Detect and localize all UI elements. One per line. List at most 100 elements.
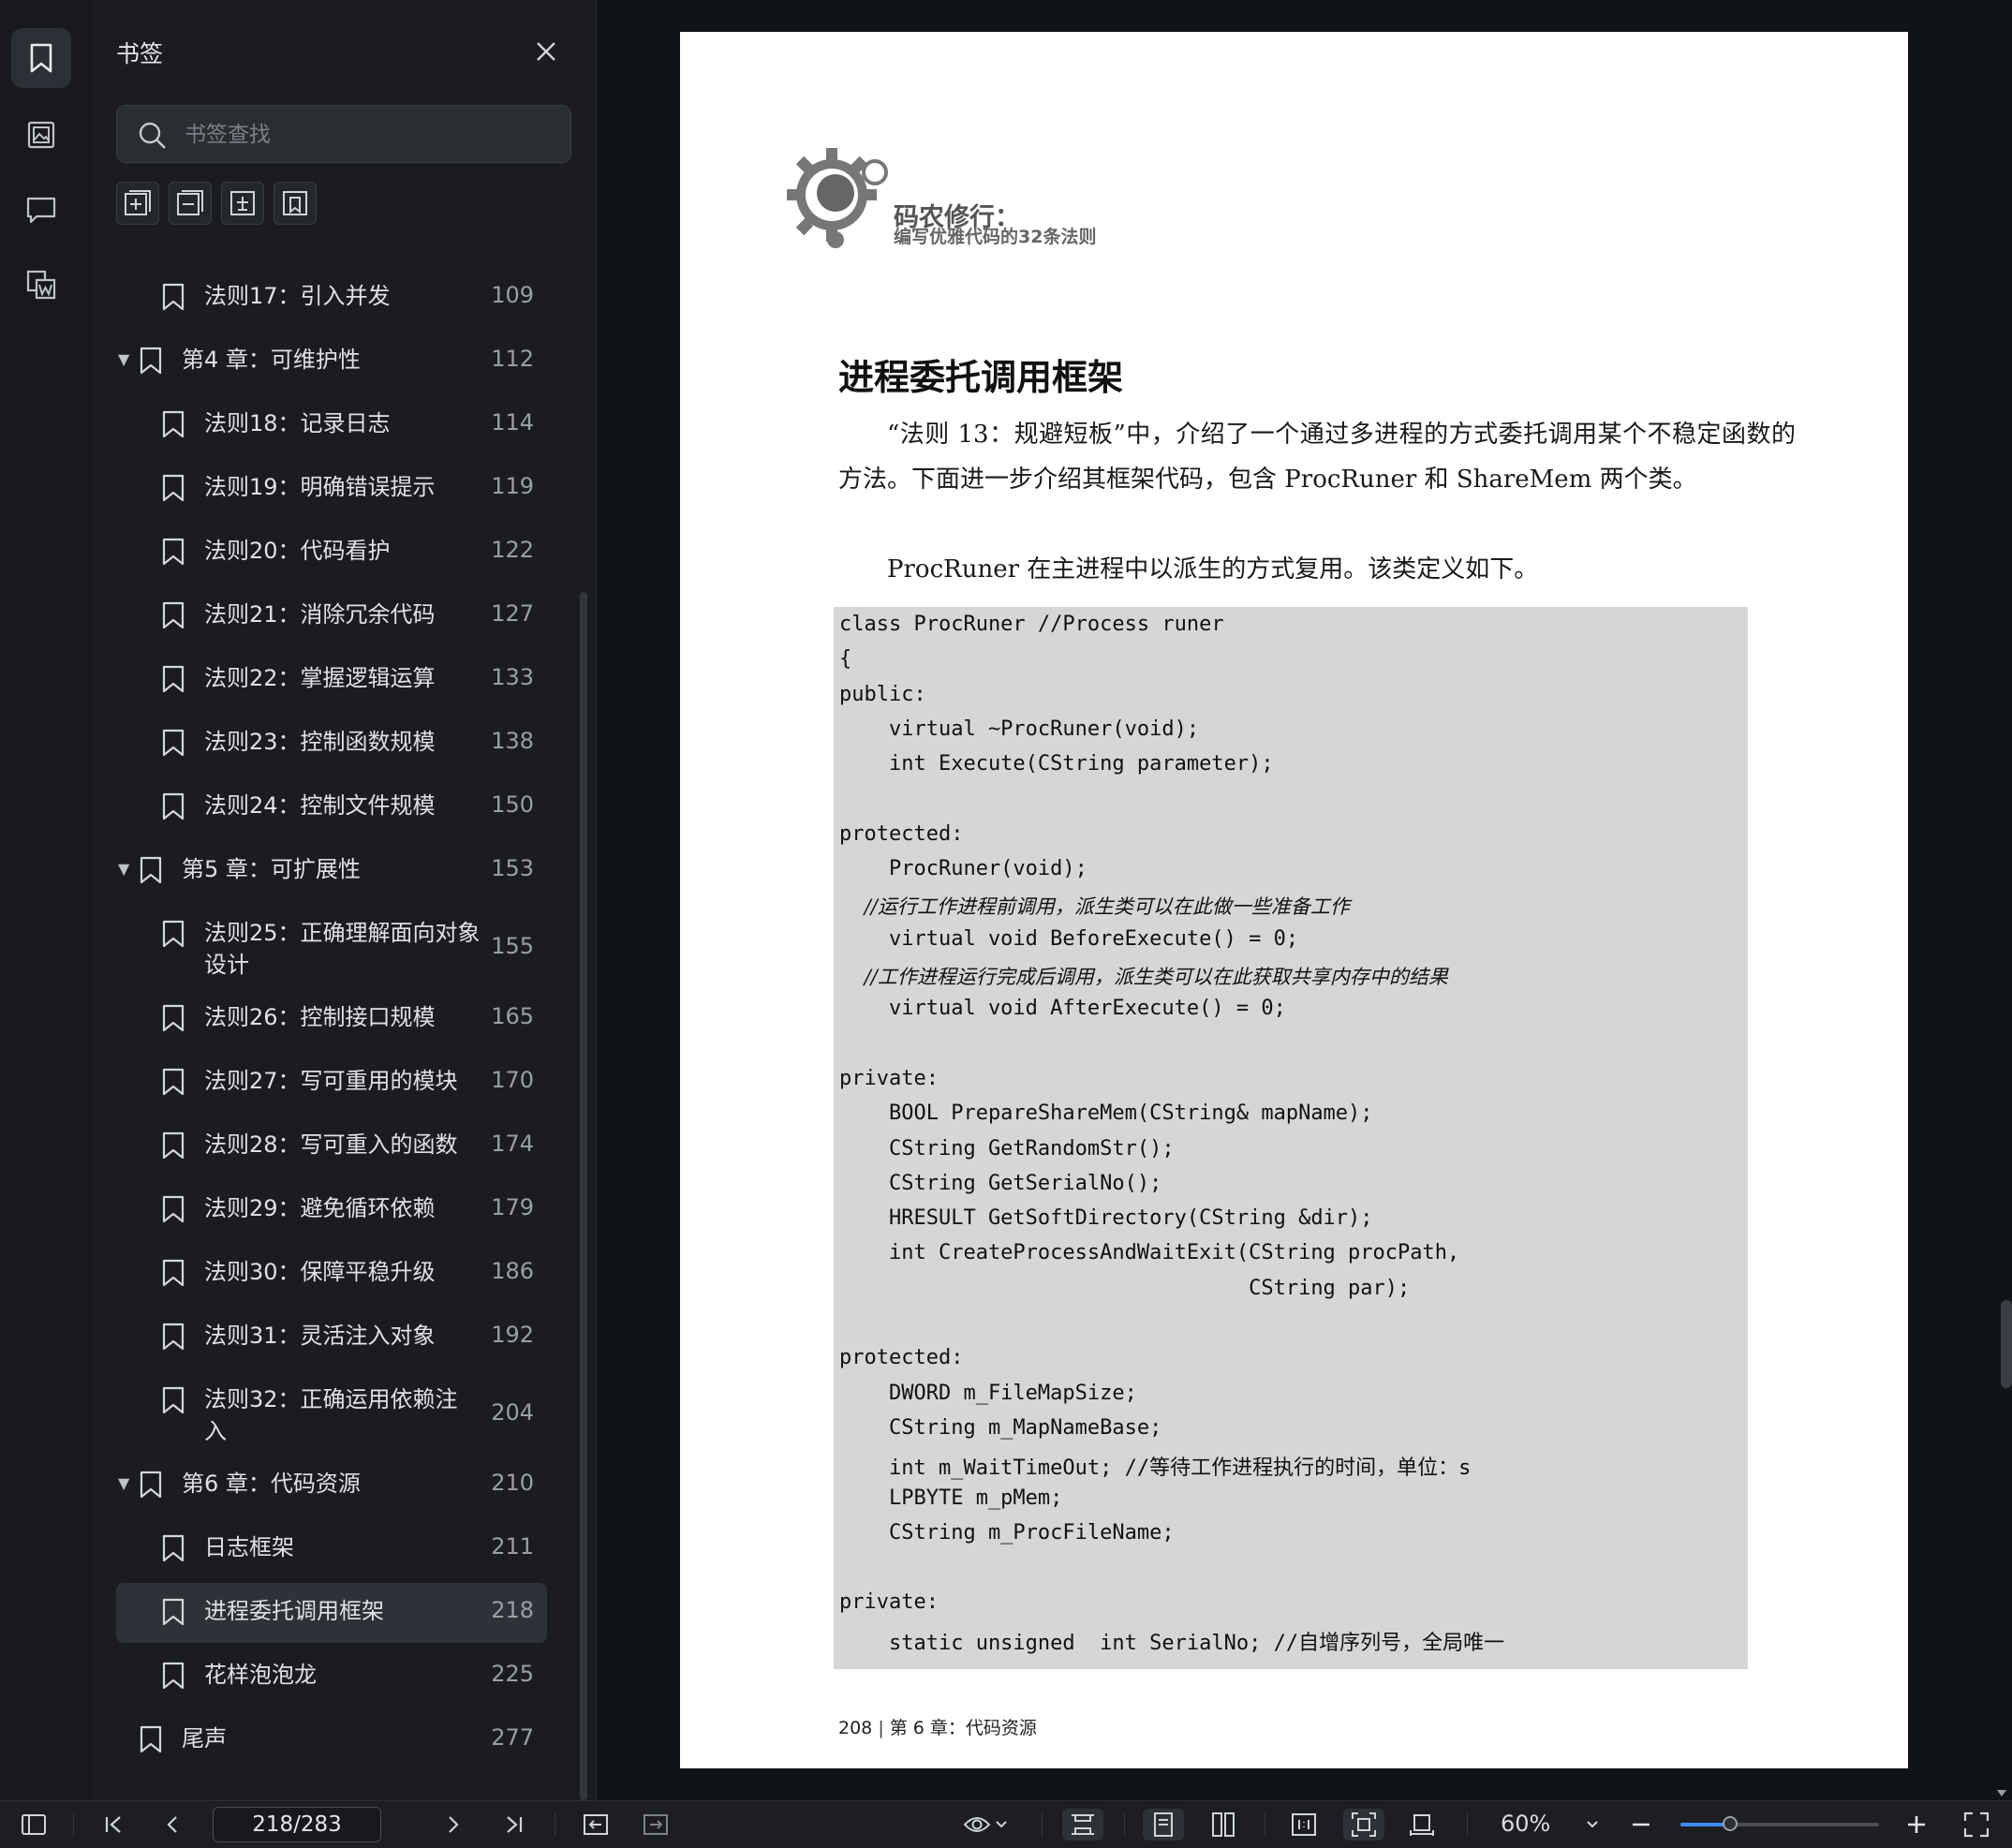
bookmark-label: 第5 章：可扩展性: [182, 856, 361, 882]
zoom-in-button[interactable]: [1900, 1809, 1933, 1841]
bookmark-icon: [139, 1725, 163, 1753]
add-bookmark-button[interactable]: [116, 182, 159, 225]
bookmark-item[interactable]: 法则32：正确运用依赖注入 204: [116, 1371, 547, 1452]
continuous-scroll-button[interactable]: [1062, 1809, 1103, 1841]
bookmark-label: 法则17：引入并发: [204, 283, 391, 309]
bookmark-page-number: 165: [491, 1003, 534, 1029]
actual-size-button[interactable]: [1287, 1809, 1321, 1841]
last-page-button[interactable]: [496, 1809, 530, 1841]
expand-all-button[interactable]: [221, 182, 264, 225]
bookmark-item[interactable]: 花样泡泡龙 225: [116, 1647, 547, 1707]
body-paragraph: “法则 13：规避短板”中，介绍了一个通过多进程的方式委托调用某个不稳定函数的方…: [838, 421, 1796, 494]
eye-mode-dropdown[interactable]: [959, 1809, 1012, 1841]
bookmark-item[interactable]: 法则28：写可重入的函数 174: [116, 1116, 547, 1176]
bookmark-icon: [161, 410, 185, 438]
two-page-button[interactable]: [1206, 1809, 1240, 1841]
go-forward-button[interactable]: [639, 1809, 673, 1841]
bookmark-item[interactable]: ▼ 第4 章：可维护性 112: [116, 332, 547, 392]
bookmark-page-number: 192: [491, 1322, 534, 1348]
code-line: CString m_MapNameBase;: [839, 1415, 1162, 1440]
code-line: BOOL PrepareShareMem(CString& mapName);: [839, 1101, 1373, 1126]
bookmark-page-number: 211: [491, 1533, 534, 1560]
fit-width-button[interactable]: [1405, 1809, 1439, 1841]
remove-bookmark-icon: [177, 190, 203, 215]
bookmark-item[interactable]: 法则18：记录日志 114: [116, 395, 547, 455]
bookmark-page-number: 112: [491, 346, 534, 372]
pdf-page: 码农修行： 编写优雅代码的32条法则 进程委托调用框架 “法则 13：规避短板”…: [680, 32, 1908, 1768]
gear-logo-icon: [787, 148, 888, 248]
bookmark-item[interactable]: 法则22：掌握逻辑运算 133: [116, 650, 547, 710]
last-page-icon: [507, 1816, 523, 1833]
bookmark-label: 法则30：保障平稳升级: [204, 1259, 436, 1285]
bookmark-item[interactable]: ▼ 第5 章：可扩展性 153: [116, 841, 547, 901]
attachments-panel-button[interactable]: [11, 255, 71, 315]
bookmark-page-number: 218: [491, 1597, 534, 1623]
next-page-button[interactable]: [436, 1809, 470, 1841]
bookmark-label: 法则28：写可重入的函数: [204, 1131, 458, 1158]
go-back-button[interactable]: [579, 1809, 613, 1841]
plus-icon: [1908, 1816, 1925, 1833]
bookmark-item[interactable]: 法则17：引入并发 109: [116, 269, 547, 328]
bookmark-item[interactable]: 日志框架 211: [116, 1519, 547, 1579]
bookmarks-panel-button[interactable]: [11, 28, 71, 88]
document-viewer: 码农修行： 编写优雅代码的32条法则 进程委托调用框架 “法则 13：规避短板”…: [597, 0, 2012, 1800]
bookmark-icon: [139, 856, 163, 884]
first-page-button[interactable]: [97, 1809, 131, 1841]
add-bookmark-icon: [125, 190, 151, 215]
bookmark-label: 法则26：控制接口规模: [204, 1004, 436, 1030]
code-line: CString GetSerialNo();: [839, 1171, 1162, 1195]
bookmark-item[interactable]: 法则24：控制文件规模 150: [116, 777, 547, 837]
collapse-caret-icon[interactable]: ▼: [118, 350, 129, 368]
bookmark-item[interactable]: 法则23：控制函数规模 138: [116, 714, 547, 774]
single-page-button[interactable]: [1143, 1809, 1184, 1841]
bookmark-label: 尾声: [182, 1725, 227, 1752]
zoom-out-button[interactable]: [1624, 1809, 1658, 1841]
section-heading: 进程委托调用框架: [838, 356, 1124, 398]
search-icon: [139, 122, 166, 149]
bookmark-item[interactable]: 法则19：明确错误提示 119: [116, 459, 547, 519]
bookmark-search-input[interactable]: [183, 106, 561, 164]
bookmark-current-page-button[interactable]: [274, 182, 317, 225]
chevron-right-icon: [449, 1816, 459, 1833]
code-line: CString par);: [839, 1276, 1411, 1300]
code-line: //运行工作进程前调用，派生类可以在此做一些准备工作: [839, 895, 1350, 919]
bookmark-label-continued: 设计: [204, 952, 249, 978]
code-line: LPBYTE m_pMem;: [839, 1486, 1063, 1510]
bookmark-item[interactable]: 法则27：写可重用的模块 170: [116, 1053, 547, 1113]
bookmark-item[interactable]: 法则29：避免循环依赖 179: [116, 1180, 547, 1240]
bookmark-icon: [161, 1534, 185, 1562]
scroll-down-arrow-icon[interactable]: [1995, 1787, 2008, 1798]
fullscreen-button[interactable]: [1960, 1809, 1993, 1841]
bookmark-item[interactable]: 进程委托调用框架 218: [116, 1583, 547, 1643]
close-panel-button[interactable]: [530, 36, 562, 67]
bookmark-item[interactable]: 法则25：正确理解面向对象 设计 155: [116, 905, 547, 985]
zoom-dropdown-button[interactable]: [1576, 1809, 1609, 1841]
panel-scrollbar[interactable]: [580, 592, 587, 1800]
page-footer: 208 | 第 6 章：代码资源: [838, 1714, 1037, 1739]
remove-bookmark-button[interactable]: [169, 182, 212, 225]
document-scrollbar[interactable]: [2001, 1300, 2012, 1388]
bookmark-item[interactable]: 法则26：控制接口规模 165: [116, 989, 547, 1049]
bookmark-item[interactable]: 尾声 277: [116, 1710, 547, 1770]
toggle-sidebar-button[interactable]: [17, 1809, 51, 1841]
bookmark-tree: 法则17：引入并发 109 ▼ 第4 章：可维护性 112 法则18：记录日志 114 法则1…: [116, 269, 584, 1800]
bookmark-item[interactable]: 法则31：灵活注入对象 192: [116, 1308, 547, 1368]
bookmark-icon: [161, 474, 185, 502]
zoom-level[interactable]: 60%: [1501, 1811, 1550, 1837]
bookmark-page-number: 109: [491, 282, 534, 308]
code-line: DWORD m_FileMapSize;: [839, 1381, 1137, 1405]
collapse-caret-icon[interactable]: ▼: [118, 1474, 129, 1492]
page-number-input[interactable]: [213, 1807, 381, 1842]
thumbnails-panel-button[interactable]: [11, 105, 71, 165]
annotations-panel-button[interactable]: [11, 180, 71, 240]
forward-arrow-icon: [644, 1814, 668, 1835]
bookmark-item[interactable]: 法则21：消除冗余代码 127: [116, 586, 547, 646]
bookmark-item[interactable]: 法则20：代码看护 122: [116, 523, 547, 583]
zoom-slider-thumb[interactable]: [1723, 1816, 1738, 1831]
zoom-slider[interactable]: [1680, 1816, 1879, 1831]
collapse-caret-icon[interactable]: ▼: [118, 860, 129, 878]
previous-page-button[interactable]: [155, 1809, 189, 1841]
bookmark-item[interactable]: ▼ 第6 章：代码资源 210: [116, 1456, 547, 1515]
bookmark-item[interactable]: 法则30：保障平稳升级 186: [116, 1244, 547, 1304]
fit-page-button[interactable]: [1343, 1809, 1384, 1841]
